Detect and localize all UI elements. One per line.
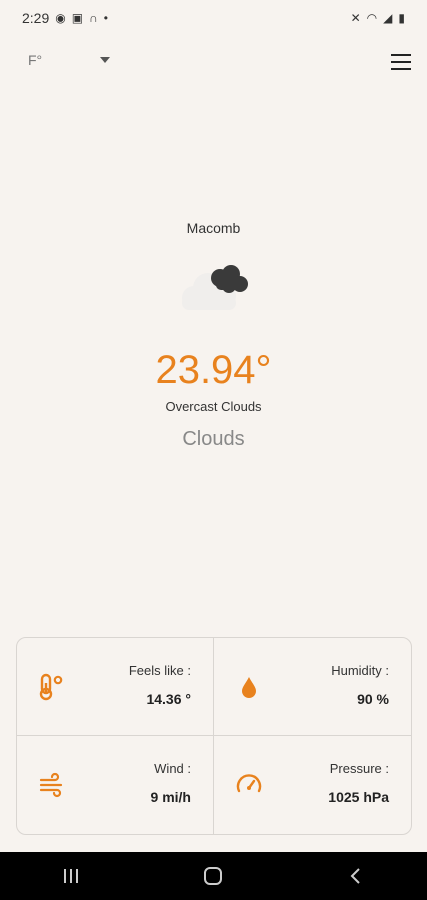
thermometer-icon [39,673,63,701]
recents-button[interactable] [51,861,91,891]
photo-notification-icon: ▣ [71,11,84,25]
feels-like-value: 14.36 ° [146,691,191,707]
pressure-label: Pressure : [329,761,389,776]
status-bar: 2:29 ◉ ▣ ∩ • ✕ ◠ ◢ ▮ [0,0,427,36]
hamburger-line [391,68,411,70]
headphones-icon: ∩ [89,11,98,25]
hamburger-line [391,54,411,56]
wind-cell: Wind : 9 mi/h [17,736,214,834]
signal-icon: ◢ [383,11,393,25]
status-time: 2:29 [22,10,50,26]
mute-icon: ✕ [350,11,361,25]
battery-icon: ▮ [398,11,405,25]
top-bar: F° [0,44,427,84]
menu-button[interactable] [391,54,411,70]
humidity-cell: Humidity : 90 % [214,638,411,736]
status-left: 2:29 ◉ ▣ ∩ • [22,10,108,26]
feels-like-label: Feels like : [128,663,191,678]
water-drop-icon [242,677,256,698]
chevron-down-icon [100,57,110,63]
home-button[interactable] [193,861,233,891]
pressure-value: 1025 hPa [328,789,389,805]
weather-description: Overcast Clouds [165,399,262,414]
back-icon [350,868,360,884]
status-right: ✕ ◠ ◢ ▮ [351,11,405,25]
wind-icon [39,772,63,798]
wifi-icon: ◠ [366,11,378,25]
wind-label: Wind : [154,761,191,776]
home-icon [204,867,223,885]
weather-main: Clouds [182,428,245,450]
wind-value: 9 mi/h [150,789,191,805]
app-notification-icon: ◉ [55,11,66,25]
cloud-icon [182,265,248,310]
hamburger-line [391,61,411,63]
gauge-icon [236,774,262,793]
back-button[interactable] [336,861,376,891]
humidity-value: 90 % [357,691,389,707]
city-name: Macomb [186,220,241,236]
system-nav-bar [0,852,427,900]
details-grid: Feels like : 14.36 ° Humidity : 90 % Win… [16,637,412,835]
unit-label: F° [28,52,43,68]
unit-dropdown[interactable]: F° [28,52,110,68]
temperature: 23.94° [155,348,272,392]
pressure-cell: Pressure : 1025 hPa [214,736,411,834]
feels-like-cell: Feels like : 14.36 ° [17,638,214,736]
dot-icon: • [103,11,108,25]
recents-icon [64,869,79,883]
humidity-label: Humidity : [331,663,389,678]
